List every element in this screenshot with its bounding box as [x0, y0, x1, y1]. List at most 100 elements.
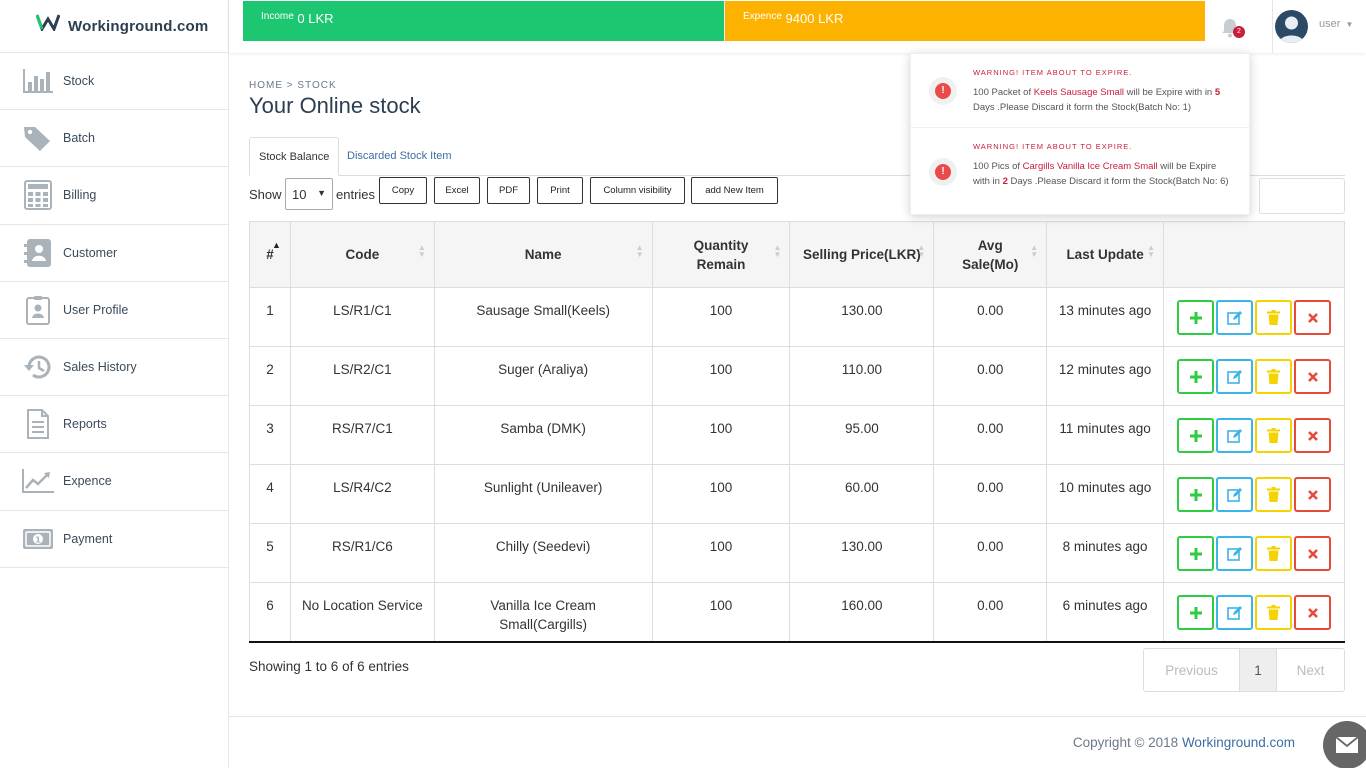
add-stock-button[interactable]	[1177, 300, 1214, 335]
remove-button[interactable]	[1294, 536, 1331, 571]
entries-select[interactable]: 10 ▼	[285, 178, 333, 210]
remove-button[interactable]	[1294, 418, 1331, 453]
add-stock-button[interactable]	[1177, 595, 1214, 630]
copy-button[interactable]: Copy	[379, 177, 427, 204]
remove-button[interactable]	[1294, 359, 1331, 394]
close-icon	[1307, 607, 1318, 618]
trash-button[interactable]	[1255, 418, 1292, 453]
search-input[interactable]	[1259, 178, 1345, 214]
next-button[interactable]: Next	[1277, 649, 1344, 691]
mail-button[interactable]	[1323, 721, 1366, 768]
sidebar: Workinground.com Stock Batch Billing Custom…	[0, 0, 229, 768]
sidebar-item-label: Expence	[63, 474, 112, 489]
cell-index: 4	[249, 464, 291, 524]
close-icon	[1307, 371, 1318, 382]
edit-button[interactable]	[1216, 536, 1253, 571]
sort-icon: ▲ ▼	[1147, 243, 1155, 259]
logo[interactable]: Workinground.com	[0, 0, 228, 53]
notification-bell[interactable]: 2	[1219, 14, 1247, 42]
plus-icon	[1189, 606, 1202, 619]
logo-mark-icon	[36, 14, 60, 31]
warning-icon: !	[929, 158, 957, 186]
notification-text-part: will be Expire with in	[1124, 87, 1215, 98]
col-header-index[interactable]: ▲ #	[249, 221, 291, 288]
col-header-code[interactable]: Code ▲ ▼	[289, 221, 435, 288]
previous-button[interactable]: Previous	[1144, 649, 1239, 691]
edit-button[interactable]	[1216, 477, 1253, 512]
sidebar-item-reports[interactable]: Reports	[0, 396, 228, 454]
trash-button[interactable]	[1255, 595, 1292, 630]
sidebar-item-customer[interactable]: Customer	[0, 225, 228, 282]
entries-value: 10	[292, 187, 307, 202]
notification-item[interactable]: ! WARNING! ITEM ABOUT TO EXPIRE. 100 Packe…	[911, 54, 1251, 128]
trash-button[interactable]	[1255, 359, 1292, 394]
cell-code: LS/R4/C2	[289, 464, 435, 524]
trash-icon	[1267, 487, 1280, 502]
col-header-quantity[interactable]: Quantity Remain ▲ ▼	[651, 221, 791, 288]
add-new-item-button[interactable]: add New Item	[691, 177, 778, 204]
add-stock-button[interactable]	[1177, 536, 1214, 571]
col-header-name[interactable]: Name ▲ ▼	[433, 221, 653, 288]
print-button[interactable]: Print	[537, 177, 583, 204]
sidebar-item-label: Payment	[63, 531, 113, 546]
col-header-last-update[interactable]: Last Update ▲ ▼	[1046, 221, 1164, 288]
sidebar-item-label: Stock	[63, 74, 95, 89]
remove-button[interactable]	[1294, 595, 1331, 630]
footer-divider	[229, 716, 1366, 717]
tab-stock-balance[interactable]: Stock Balance	[249, 137, 340, 176]
cell-price: 60.00	[789, 464, 935, 524]
sidebar-item-batch[interactable]: Batch	[0, 110, 228, 168]
history-icon	[21, 352, 55, 382]
close-icon	[1307, 548, 1318, 559]
cell-index: 1	[249, 287, 291, 347]
user-menu[interactable]: user ▼	[1319, 18, 1353, 30]
sidebar-item-expence[interactable]: Expence	[0, 453, 228, 511]
user-avatar[interactable]	[1275, 10, 1308, 43]
cell-code: No Location Service	[289, 582, 435, 643]
add-stock-button[interactable]	[1177, 477, 1214, 512]
cell-quantity: 100	[651, 405, 791, 465]
trash-icon	[1267, 605, 1280, 620]
add-stock-button[interactable]	[1177, 359, 1214, 394]
column-visibility-button[interactable]: Column visibility	[590, 177, 685, 204]
table-header-row: ▲ # Code ▲ ▼ Name ▲ ▼ Quantity Remain ▲ ▼ Selli…	[249, 221, 1345, 288]
pagination: Previous 1 Next	[1143, 648, 1345, 692]
footer-link[interactable]: Workinground.com	[1182, 735, 1295, 750]
edit-button[interactable]	[1216, 359, 1253, 394]
trash-icon	[1267, 546, 1280, 561]
cell-index: 2	[249, 346, 291, 406]
trash-button[interactable]	[1255, 477, 1292, 512]
sort-icon: ▲ ▼	[417, 243, 426, 259]
sidebar-item-sales-history[interactable]: Sales History	[0, 339, 228, 397]
table-row: 1 LS/R1/C1 Sausage Small(Keels) 100 130.00 0.…	[249, 287, 1345, 347]
divider	[1272, 0, 1273, 53]
cell-price: 110.00	[789, 346, 935, 406]
col-header-price[interactable]: Selling Price(LKR) ▲ ▼	[789, 221, 935, 288]
notification-item[interactable]: ! WARNING! ITEM ABOUT TO EXPIRE. 100 Pics …	[911, 128, 1251, 216]
sidebar-item-billing[interactable]: Billing	[0, 167, 228, 225]
excel-button[interactable]: Excel	[434, 177, 480, 204]
pdf-button[interactable]: PDF	[487, 177, 530, 204]
edit-icon	[1226, 605, 1242, 620]
sidebar-item-payment[interactable]: 1 Payment	[0, 511, 228, 568]
col-header-avg-sale[interactable]: Avg Sale(Mo) ▲ ▼	[933, 221, 1048, 288]
remove-button[interactable]	[1294, 300, 1331, 335]
cell-last-update: 11 minutes ago	[1046, 405, 1164, 465]
sidebar-item-stock[interactable]: Stock	[0, 53, 228, 111]
sidebar-item-user-profile[interactable]: User Profile	[0, 282, 228, 339]
notification-item-name: Cargills Vanilla Ice Cream Small	[1022, 161, 1158, 172]
trash-button[interactable]	[1255, 300, 1292, 335]
line-chart-icon	[21, 466, 55, 496]
add-stock-button[interactable]	[1177, 418, 1214, 453]
trash-button[interactable]	[1255, 536, 1292, 571]
remove-button[interactable]	[1294, 477, 1331, 512]
edit-button[interactable]	[1216, 595, 1253, 630]
cell-quantity: 100	[651, 523, 791, 583]
notification-text-part: 100 Packet of	[973, 87, 1034, 98]
edit-button[interactable]	[1216, 300, 1253, 335]
edit-icon	[1226, 310, 1242, 325]
tab-discarded-stock-item[interactable]: Discarded Stock Item	[338, 137, 461, 176]
edit-button[interactable]	[1216, 418, 1253, 453]
page-1-button[interactable]: 1	[1239, 649, 1277, 691]
sort-asc-icon: ▲	[272, 240, 281, 250]
